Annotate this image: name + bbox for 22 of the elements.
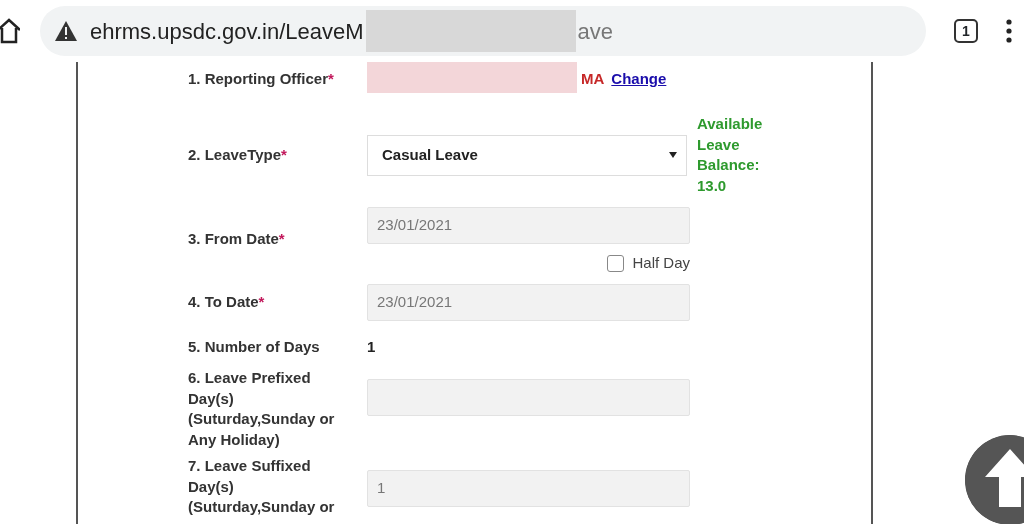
field-label: 3. From Date*	[188, 229, 286, 249]
leave-type-select[interactable]: Casual Leave	[367, 134, 687, 176]
checkbox-label: Half Day	[632, 253, 690, 273]
leave-balance-text: Available Leave Balance: 13.0	[697, 114, 764, 196]
field-label: 7. Leave Suffixed Day(s) (Suturday,Sunday or	[188, 456, 336, 517]
caret-icon	[669, 152, 677, 158]
tab-count-button[interactable]: 1	[954, 19, 978, 43]
warning-icon[interactable]	[54, 20, 78, 42]
url-text: ave	[577, 17, 613, 46]
officer-name: MA	[581, 68, 605, 89]
field-label: 5. Number of Days	[188, 336, 321, 357]
change-link[interactable]: Change	[611, 67, 667, 91]
menu-icon[interactable]	[1006, 19, 1012, 43]
field-label: 2. LeaveType*	[188, 144, 288, 165]
home-icon[interactable]	[0, 18, 20, 44]
days-value: 1	[367, 336, 376, 357]
address-bar[interactable]: ehrms.upsdc.gov.in/LeaveM ave	[40, 6, 926, 56]
url-text: ehrms.upsdc.gov.in/LeaveM	[90, 17, 364, 46]
field-label: 6. Leave Prefixed Day(s) (Suturday,Sunday or Any Holiday)	[188, 368, 336, 450]
text-field[interactable]	[367, 379, 690, 416]
field-label: 4. To Date*	[188, 291, 266, 312]
field-label: 1. Reporting Officer*	[188, 68, 335, 89]
